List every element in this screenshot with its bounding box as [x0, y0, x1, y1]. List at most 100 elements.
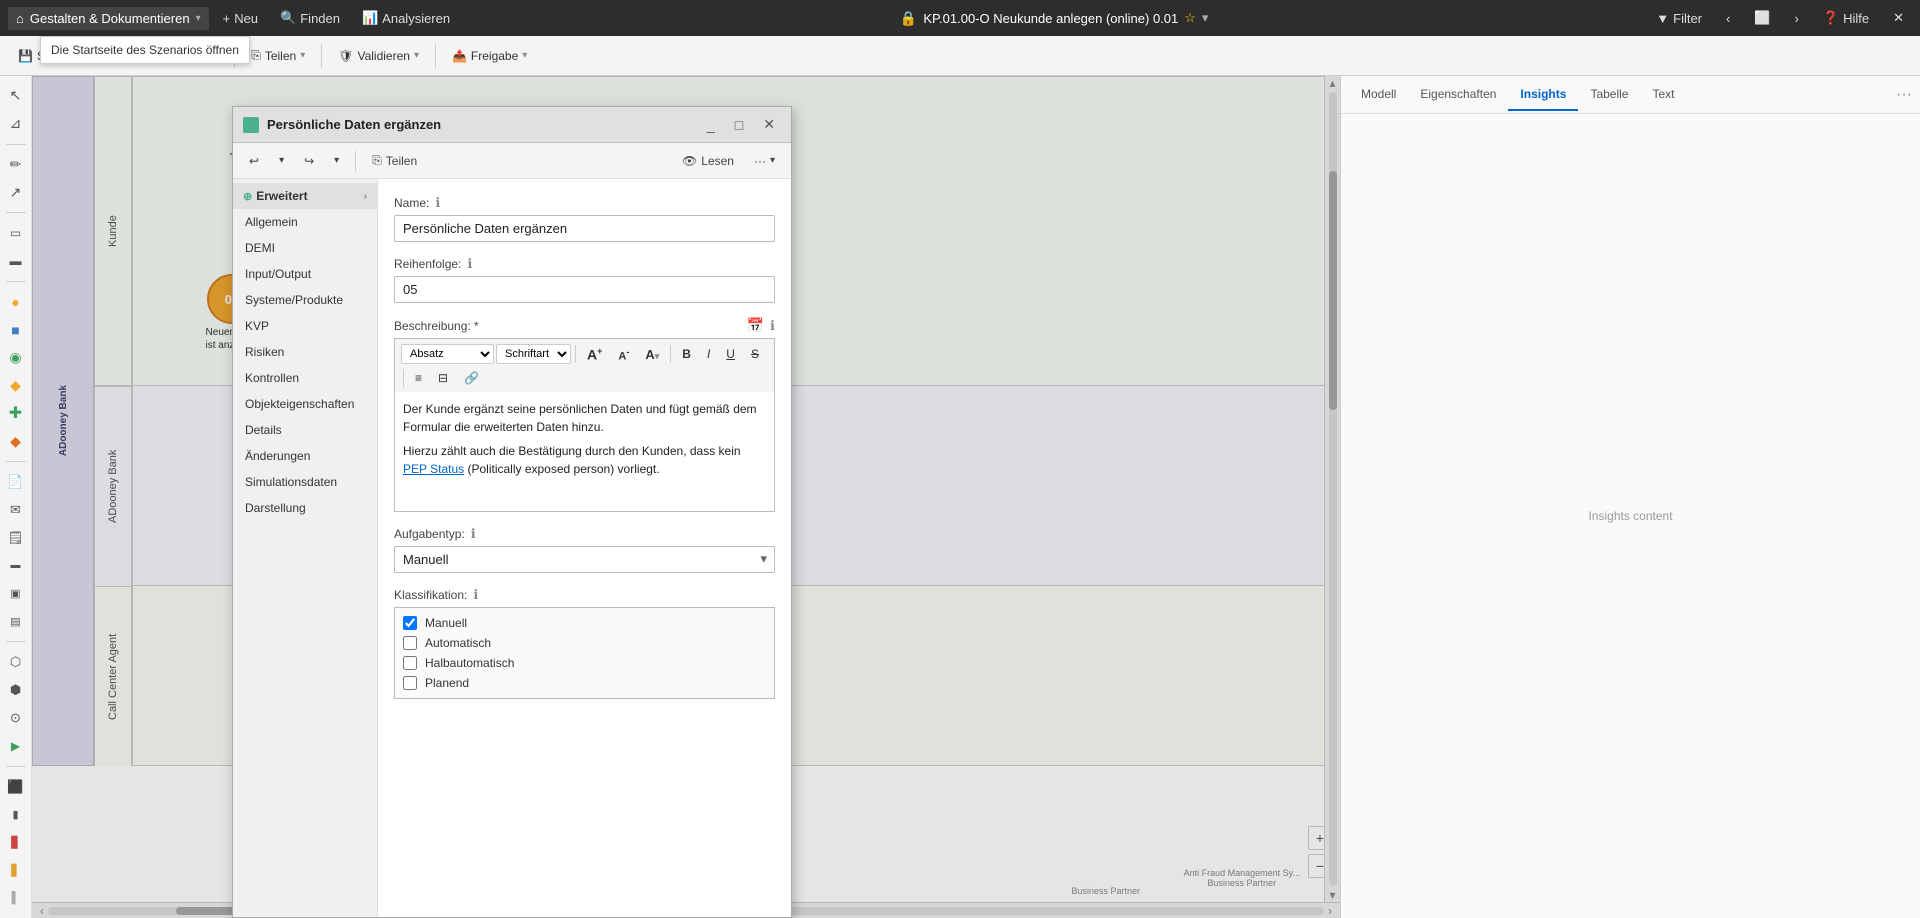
prev-button[interactable]: ‹	[1718, 7, 1738, 30]
sidebar-item-risiken[interactable]: Risiken	[233, 339, 377, 365]
home-button[interactable]: ⌂ Gestalten & Dokumentieren ▾	[8, 7, 209, 30]
validate-button[interactable]: 🛡 Validieren ▾	[328, 45, 429, 67]
title-chevron[interactable]: ▾	[1202, 10, 1209, 26]
modal-back-chevron[interactable]: ▾	[271, 151, 292, 170]
sidebar-item-kontrollen[interactable]: Kontrollen	[233, 365, 377, 391]
text-smaller-button[interactable]: A-	[611, 344, 636, 366]
tab-tabelle[interactable]: Tabelle	[1578, 79, 1640, 111]
description-content[interactable]: Der Kunde ergänzt seine persönlichen Dat…	[394, 392, 775, 512]
name-input[interactable]	[394, 215, 775, 242]
modal-maximize-button[interactable]: □	[729, 115, 749, 135]
tool-bar-a[interactable]: ▊	[2, 831, 30, 855]
modal-forward-button[interactable]: ↪	[296, 150, 322, 172]
tool-screen[interactable]: ⬛	[2, 775, 30, 799]
tool-pointer[interactable]: ↖	[2, 84, 30, 108]
favorite-star[interactable]: ☆	[1184, 10, 1196, 26]
tool-rect-sm[interactable]: ▮	[2, 803, 30, 827]
tool-event-green[interactable]: ◉	[2, 346, 30, 370]
tasktype-info-icon[interactable]: ℹ	[471, 526, 476, 542]
sidebar-item-details[interactable]: Details	[233, 417, 377, 443]
link-button[interactable]: 🔗	[457, 368, 486, 388]
modal-read-button[interactable]: 👁 Lesen	[674, 150, 742, 172]
tab-eigenschaften[interactable]: Eigenschaften	[1408, 79, 1508, 111]
check-automatisch[interactable]: Automatisch	[403, 636, 766, 650]
sidebar-item-simulationsdaten[interactable]: Simulationsdaten	[233, 469, 377, 495]
share-button[interactable]: ⎘ Teilen ▾	[241, 44, 315, 67]
checkbox-halbautomatisch[interactable]	[403, 656, 417, 670]
tool-diamond-yellow[interactable]: ◆	[2, 374, 30, 398]
format-select[interactable]: Absatz Überschrift 1 Überschrift 2	[401, 344, 494, 364]
help-button[interactable]: ❓ Hilfe	[1815, 6, 1877, 30]
tool-circle-yellow[interactable]: ●	[2, 290, 30, 314]
classification-info-icon[interactable]: ℹ	[473, 587, 478, 603]
tool-bar-b[interactable]: ▋	[2, 858, 30, 882]
maximize-button[interactable]: ⬜	[1746, 6, 1778, 30]
calendar-icon[interactable]: 📅	[747, 317, 764, 334]
text-bigger-button[interactable]: A+	[580, 343, 609, 366]
tool-hex2[interactable]: ⬢	[2, 678, 30, 702]
tab-modell[interactable]: Modell	[1349, 79, 1408, 111]
close-button[interactable]: ✕	[1885, 6, 1912, 30]
sidebar-item-inputoutput[interactable]: Input/Output	[233, 261, 377, 287]
tool-add[interactable]: ✚	[2, 401, 30, 425]
tool-connection[interactable]: ↗	[2, 181, 30, 205]
canvas-area[interactable]: Kunde ADooney Bank Call Center Agent ADo…	[32, 76, 1340, 918]
nav-new[interactable]: + Neu	[213, 7, 268, 30]
font-select[interactable]: Schriftart	[496, 344, 571, 364]
text-color-button[interactable]: A▾	[638, 344, 666, 365]
checkbox-planend[interactable]	[403, 676, 417, 690]
tool-diamond-orange[interactable]: ◆	[2, 429, 30, 453]
tool-grid2[interactable]: ▤	[2, 610, 30, 634]
nav-analyse[interactable]: 📊 Analysieren	[352, 6, 460, 30]
sidebar-item-demi[interactable]: DEMI	[233, 235, 377, 261]
tool-rule[interactable]: ▬	[2, 554, 30, 578]
tool-dot-circle[interactable]: ⊙	[2, 706, 30, 730]
bold-button[interactable]: B	[675, 344, 698, 364]
sidebar-item-kvp[interactable]: KVP	[233, 313, 377, 339]
tool-hex1[interactable]: ⬡	[2, 650, 30, 674]
next-button[interactable]: ›	[1787, 7, 1807, 30]
minimize-button[interactable]: _	[701, 115, 721, 135]
tool-rect-filled[interactable]: ▬	[2, 249, 30, 273]
tool-play[interactable]: ▶	[2, 734, 30, 758]
ordered-list-button[interactable]: ⊟	[431, 368, 455, 388]
pep-link[interactable]: PEP Status	[403, 462, 464, 476]
italic-button[interactable]: I	[700, 344, 717, 364]
sidebar-erweitert[interactable]: ⊕ Erweitert ›	[233, 183, 377, 209]
bullet-list-button[interactable]: ≡	[408, 368, 429, 388]
tool-rect-outline[interactable]: ▭	[2, 221, 30, 245]
modal-close-button[interactable]: ✕	[757, 114, 781, 135]
modal-forward-chevron[interactable]: ▾	[326, 151, 347, 170]
tool-pen[interactable]: ✏	[2, 153, 30, 177]
strikethrough-button[interactable]: S	[744, 344, 766, 364]
sidebar-item-objekteig[interactable]: Objekteigenschaften	[233, 391, 377, 417]
nav-find[interactable]: 🔍 Finden	[270, 6, 350, 30]
name-info-icon[interactable]: ℹ	[435, 195, 440, 211]
checkbox-automatisch[interactable]	[403, 636, 417, 650]
sidebar-item-darstellung[interactable]: Darstellung	[233, 495, 377, 521]
release-button[interactable]: 📤 Freigabe ▾	[442, 45, 537, 67]
sidebar-item-systeme[interactable]: Systeme/Produkte	[233, 287, 377, 313]
tasktype-select[interactable]: Manuell Automatisch Halbautomatisch	[394, 546, 775, 573]
check-planend[interactable]: Planend	[403, 676, 766, 690]
check-manuell[interactable]: Manuell	[403, 616, 766, 630]
modal-more-button[interactable]: ··· ▾	[746, 150, 783, 172]
check-halbautomatisch[interactable]: Halbautomatisch	[403, 656, 766, 670]
checkbox-manuell[interactable]	[403, 616, 417, 630]
tool-rect-blue[interactable]: ■	[2, 318, 30, 342]
tool-email[interactable]: ✉	[2, 498, 30, 522]
tool-grid1[interactable]: ▣	[2, 582, 30, 606]
sidebar-item-aenderungen[interactable]: Änderungen	[233, 443, 377, 469]
sidebar-item-allgemein[interactable]: Allgemein	[233, 209, 377, 235]
sequence-input[interactable]	[394, 276, 775, 303]
modal-back-button[interactable]: ↩	[241, 150, 267, 172]
tool-bar-c[interactable]: ▌	[2, 886, 30, 910]
tool-document[interactable]: 📄	[2, 470, 30, 494]
filter-button[interactable]: ▼ Filter	[1648, 7, 1710, 30]
right-panel-more-button[interactable]: ···	[1896, 86, 1912, 104]
tab-text[interactable]: Text	[1640, 79, 1686, 111]
tool-filter[interactable]: ⊿	[2, 112, 30, 136]
modal-share-button[interactable]: ⎘ Teilen	[364, 149, 425, 172]
sequence-info-icon[interactable]: ℹ	[467, 256, 472, 272]
tool-note[interactable]: 🗒	[2, 526, 30, 550]
